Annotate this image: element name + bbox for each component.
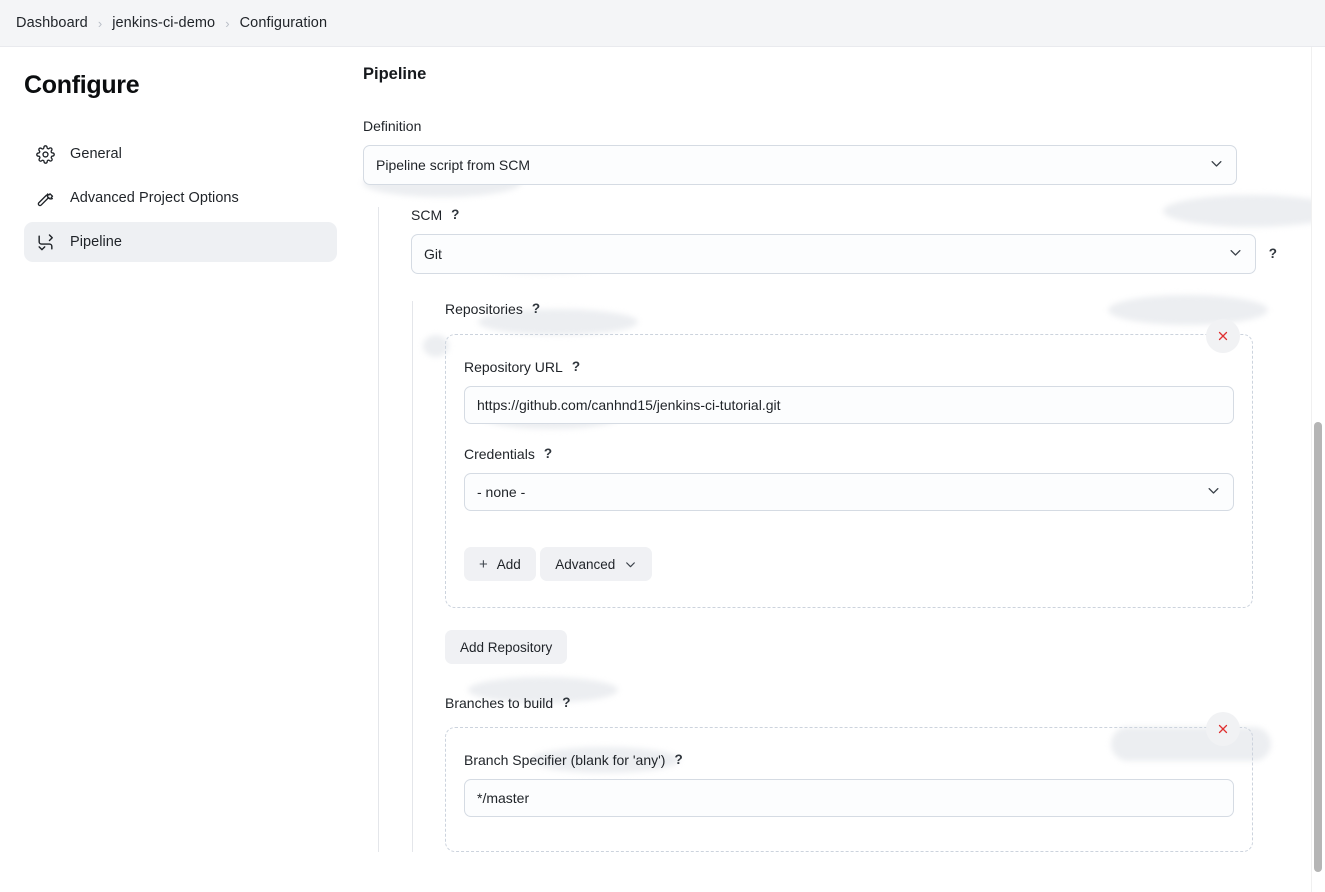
chevron-down-icon <box>1228 245 1243 263</box>
breadcrumb-separator-icon: › <box>98 16 102 31</box>
scm-select[interactable]: Git <box>411 234 1256 274</box>
advanced-label: Advanced <box>555 557 615 572</box>
delete-repository-button[interactable] <box>1206 319 1240 353</box>
section-title: Pipeline <box>363 65 1325 84</box>
chevron-down-icon <box>1206 483 1221 501</box>
repositories-section: Repositories ? Repository URL ? <box>412 301 1325 852</box>
help-icon[interactable]: ? <box>572 360 580 374</box>
definition-value: Pipeline script from SCM <box>376 157 530 173</box>
breadcrumb-item-job[interactable]: jenkins-ci-demo <box>112 15 215 31</box>
sidebar-item-advanced-project-options[interactable]: Advanced Project Options <box>24 178 337 218</box>
main-content: Pipeline Definition Pipeline script from… <box>355 47 1325 892</box>
repository-url-label: Repository URL ? <box>464 359 1234 375</box>
scm-label: SCM ? <box>411 207 1325 223</box>
plus-icon: + <box>479 557 488 572</box>
chevron-down-icon <box>1209 156 1224 174</box>
wrench-icon <box>35 188 56 209</box>
add-credentials-button[interactable]: + Add <box>464 547 536 581</box>
repository-url-input[interactable]: https://github.com/canhnd15/jenkins-ci-t… <box>464 386 1234 424</box>
add-credentials-label: Add <box>497 557 521 572</box>
help-icon[interactable]: ? <box>532 302 540 316</box>
credentials-label: Credentials ? <box>464 446 1234 462</box>
branch-entry: Branch Specifier (blank for 'any') ? */m… <box>445 727 1253 852</box>
breadcrumb-item-configuration[interactable]: Configuration <box>240 15 328 31</box>
repositories-label: Repositories ? <box>445 301 1325 317</box>
gear-icon <box>35 144 56 165</box>
repository-entry: Repository URL ? https://github.com/canh… <box>445 334 1253 608</box>
advanced-button[interactable]: Advanced <box>540 547 652 581</box>
branch-specifier-input[interactable]: */master <box>464 779 1234 817</box>
page-title: Configure <box>24 71 337 100</box>
breadcrumb: Dashboard › jenkins-ci-demo › Configurat… <box>0 0 1325 47</box>
add-repository-label: Add Repository <box>460 640 552 655</box>
pipeline-icon <box>35 232 56 253</box>
credentials-value: - none - <box>477 484 525 500</box>
repository-url-value: https://github.com/canhnd15/jenkins-ci-t… <box>477 397 781 413</box>
breadcrumb-item-dashboard[interactable]: Dashboard <box>16 15 88 31</box>
help-icon[interactable]: ? <box>1269 247 1277 261</box>
help-icon[interactable]: ? <box>562 696 570 710</box>
breadcrumb-separator-icon: › <box>225 16 229 31</box>
scm-section: SCM ? Git ? <box>378 207 1325 852</box>
sidebar-item-label: Advanced Project Options <box>70 190 239 206</box>
help-icon[interactable]: ? <box>451 208 459 222</box>
sidebar-item-label: Pipeline <box>70 234 122 250</box>
definition-select[interactable]: Pipeline script from SCM <box>363 145 1237 185</box>
sidebar-item-label: General <box>70 146 122 162</box>
branch-specifier-value: */master <box>477 790 529 806</box>
add-repository-button[interactable]: Add Repository <box>445 630 567 664</box>
definition-label: Definition <box>363 118 1237 134</box>
chevron-down-icon <box>624 558 637 571</box>
sidebar-item-general[interactable]: General <box>24 134 337 174</box>
branches-to-build-label: Branches to build ? <box>445 695 1325 711</box>
delete-branch-button[interactable] <box>1206 712 1240 746</box>
help-icon[interactable]: ? <box>544 447 552 461</box>
sidebar: Configure General Advanced Project Optio… <box>0 47 355 892</box>
scm-value: Git <box>424 246 442 262</box>
page-body: Configure General Advanced Project Optio… <box>0 47 1325 892</box>
help-icon[interactable]: ? <box>674 753 682 767</box>
sidebar-item-pipeline[interactable]: Pipeline <box>24 222 337 262</box>
credentials-select[interactable]: - none - <box>464 473 1234 511</box>
branch-specifier-label: Branch Specifier (blank for 'any') ? <box>464 752 1234 768</box>
